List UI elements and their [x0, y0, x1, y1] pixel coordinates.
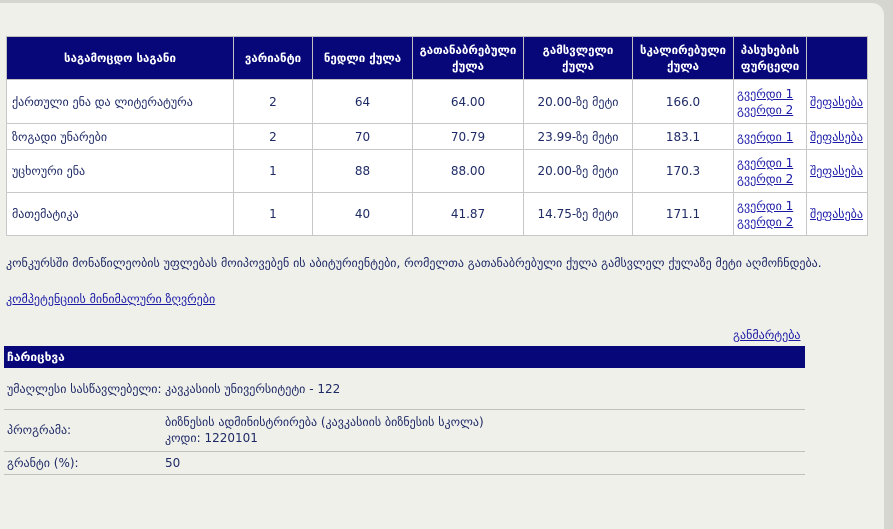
answer-sheet-page-2-link[interactable]: გვერდი 2	[737, 102, 802, 118]
answer-sheet-page-2-link[interactable]: გვერდი 2	[737, 171, 802, 187]
cell-subject: ქართული ენა და ლიტერატურა	[6, 79, 234, 124]
cell-answer-sheet: გვერდი 1 გვერდი 2	[733, 79, 807, 124]
answer-sheet-page-2-link[interactable]: გვერდი 2	[737, 214, 802, 230]
exam-results-table: საგამოცდო საგანი ვარიანტი ნედლი ქულა გათ…	[6, 36, 868, 236]
cell-weighted-score: 70.79	[412, 123, 524, 150]
explanation-link[interactable]: განმარტება	[733, 328, 801, 342]
cell-passing-score: 20.00-ზე მეტი	[523, 149, 633, 193]
cell-review: შეფასება	[806, 149, 868, 193]
header-passing-score: გამსვლელი ქულა	[523, 36, 633, 80]
cell-weighted-score: 88.00	[412, 149, 524, 193]
cell-answer-sheet: გვერდი 1	[733, 123, 807, 150]
answer-sheet-page-1-link[interactable]: გვერდი 1	[737, 129, 802, 145]
review-link[interactable]: შეფასება	[810, 163, 863, 179]
answer-sheet-page-1-link[interactable]: გვერდი 1	[737, 198, 802, 214]
cell-passing-score: 23.99-ზე მეტი	[523, 123, 633, 150]
grant-value: 50	[162, 451, 805, 475]
cell-scaled-score: 171.1	[632, 192, 734, 236]
cell-review: შეფასება	[806, 79, 868, 124]
review-link[interactable]: შეფასება	[810, 94, 863, 110]
cell-raw-score: 64	[312, 79, 413, 124]
answer-sheet-page-1-link[interactable]: გვერდი 1	[737, 155, 802, 171]
cell-raw-score: 70	[312, 123, 413, 150]
table-row: მათემატიკა 1 40 41.87 14.75-ზე მეტი 171.…	[6, 192, 868, 236]
cell-review: შეფასება	[806, 123, 868, 150]
cell-passing-score: 20.00-ზე მეტი	[523, 79, 633, 124]
table-row: ქართული ენა და ლიტერატურა 2 64 64.00 20.…	[6, 79, 868, 124]
cell-subject: მათემატიკა	[6, 192, 234, 236]
cell-raw-score: 40	[312, 192, 413, 236]
header-answer-sheet: პასუხების ფურცელი	[733, 36, 807, 80]
program-label: პროგრამა:	[4, 409, 162, 452]
table-header-row: საგამოცდო საგანი ვარიანტი ნედლი ქულა გათ…	[6, 36, 868, 80]
university-label: უმაღლესი სასწავლებელი:	[4, 369, 162, 410]
competency-thresholds-link[interactable]: კომპეტენციის მინიმალური ზღვრები	[6, 292, 215, 306]
grant-label: გრანტი (%):	[4, 451, 162, 475]
header-scaled-score: სკალირებული ქულა	[632, 36, 734, 80]
cell-answer-sheet: გვერდი 1 გვერდი 2	[733, 192, 807, 236]
program-name: ბიზნესის ადმინისტრირება (კავკასიის ბიზნე…	[165, 415, 484, 429]
table-row: ზოგადი უნარები 2 70 70.79 23.99-ზე მეტი …	[6, 123, 868, 150]
cell-weighted-score: 64.00	[412, 79, 524, 124]
cell-subject: უცხოური ენა	[6, 149, 234, 193]
enrollment-row-grant: გრანტი (%): 50	[4, 451, 805, 475]
university-value: კავკასიის უნივერსიტეტი - 122	[162, 369, 805, 410]
enrollment-row-program: პროგრამა: ბიზნესის ადმინისტრირება (კავკა…	[4, 409, 805, 452]
program-value-cell: ბიზნესის ადმინისტრირება (კავკასიის ბიზნე…	[162, 409, 805, 452]
cell-answer-sheet: გვერდი 1 გვერდი 2	[733, 149, 807, 193]
eligibility-note: კონკურსში მონაწილეობის უფლებას მოიპოვებე…	[6, 256, 822, 270]
cell-raw-score: 88	[312, 149, 413, 193]
cell-subject: ზოგადი უნარები	[6, 123, 234, 150]
cell-scaled-score: 183.1	[632, 123, 734, 150]
header-subject: საგამოცდო საგანი	[6, 36, 234, 80]
program-code: კოდი: 1220101	[165, 431, 258, 445]
cell-variant: 2	[233, 123, 313, 150]
header-variant: ვარიანტი	[233, 36, 313, 80]
header-raw-score: ნედლი ქულა	[312, 36, 413, 80]
cell-passing-score: 14.75-ზე მეტი	[523, 192, 633, 236]
cell-scaled-score: 170.3	[632, 149, 734, 193]
cell-variant: 1	[233, 192, 313, 236]
cell-scaled-score: 166.0	[632, 79, 734, 124]
cell-variant: 1	[233, 149, 313, 193]
review-link[interactable]: შეფასება	[810, 206, 863, 222]
enrollment-row-university: უმაღლესი სასწავლებელი: კავკასიის უნივერს…	[4, 369, 805, 410]
cell-weighted-score: 41.87	[412, 192, 524, 236]
table-row: უცხოური ენა 1 88 88.00 20.00-ზე მეტი 170…	[6, 149, 868, 193]
header-review	[806, 36, 868, 80]
header-weighted-score: გათანაბრებული ქულა	[412, 36, 524, 80]
answer-sheet-page-1-link[interactable]: გვერდი 1	[737, 86, 802, 102]
review-link[interactable]: შეფასება	[810, 129, 863, 145]
enrollment-title: ჩარიცხვა	[4, 346, 805, 368]
cell-review: შეფასება	[806, 192, 868, 236]
cell-variant: 2	[233, 79, 313, 124]
enrollment-table: უმაღლესი სასწავლებელი: კავკასიის უნივერს…	[4, 369, 805, 475]
